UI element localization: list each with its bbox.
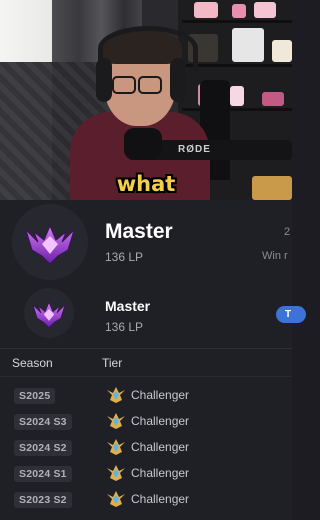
- master-emblem-icon: [25, 224, 75, 265]
- table-row: S2025 Challenger: [0, 384, 292, 410]
- shelf-figure: [232, 4, 246, 18]
- mic-brand: RØDE: [178, 144, 211, 155]
- table-row: S2024 S1 Challenger: [0, 462, 292, 488]
- table-row: S2024 S2 Challenger: [0, 436, 292, 462]
- tier-label: Challenger: [131, 388, 190, 402]
- tier-label: Challenger: [131, 492, 190, 506]
- play-button-plaque: [232, 28, 264, 62]
- subtitle-caption: what: [116, 172, 176, 196]
- secondary-rank-tier: Master: [105, 298, 151, 314]
- challenger-emblem-icon: [107, 439, 125, 455]
- season-label: S2025: [14, 388, 56, 404]
- shelf-figure: [194, 2, 218, 18]
- shelf-figure: [254, 2, 276, 18]
- tier-column-header: Tier: [102, 356, 123, 370]
- divider: [0, 348, 292, 349]
- win-rate-label: Win r: [262, 250, 288, 262]
- challenger-emblem-icon: [107, 465, 125, 481]
- current-rank-emblem: [12, 204, 88, 280]
- season-label: S2024 S3: [14, 414, 72, 430]
- queue-badge[interactable]: T: [276, 306, 306, 323]
- webcam-feed: RØDE what: [0, 0, 292, 200]
- challenger-emblem-icon: [107, 387, 125, 403]
- master-emblem-icon: [32, 301, 66, 328]
- current-rank-extra: 2: [284, 226, 291, 238]
- tier-label: Challenger: [131, 440, 190, 454]
- shelf-figure: [262, 92, 284, 106]
- glasses: [112, 76, 136, 94]
- tier-label: Challenger: [131, 414, 190, 428]
- season-column-header: Season: [12, 356, 53, 370]
- tier-label: Challenger: [131, 466, 190, 480]
- current-rank-tier: Master: [105, 220, 173, 243]
- challenger-emblem-icon: [107, 491, 125, 507]
- secondary-rank-emblem: [24, 288, 74, 338]
- current-rank-lp: 136 LP: [105, 250, 144, 264]
- microphone: [124, 128, 162, 160]
- season-label: S2024 S1: [14, 466, 72, 482]
- season-label: S2024 S2: [14, 440, 72, 456]
- table-row: S2023 S2 Challenger: [0, 488, 292, 514]
- shelf-frame: [272, 40, 292, 62]
- challenger-emblem-icon: [107, 413, 125, 429]
- secondary-rank-lp: 136 LP: [105, 320, 144, 334]
- season-label: S2023 S2: [14, 492, 72, 508]
- table-row: S2024 S3 Challenger: [0, 410, 292, 436]
- shelf-figure: [230, 86, 244, 106]
